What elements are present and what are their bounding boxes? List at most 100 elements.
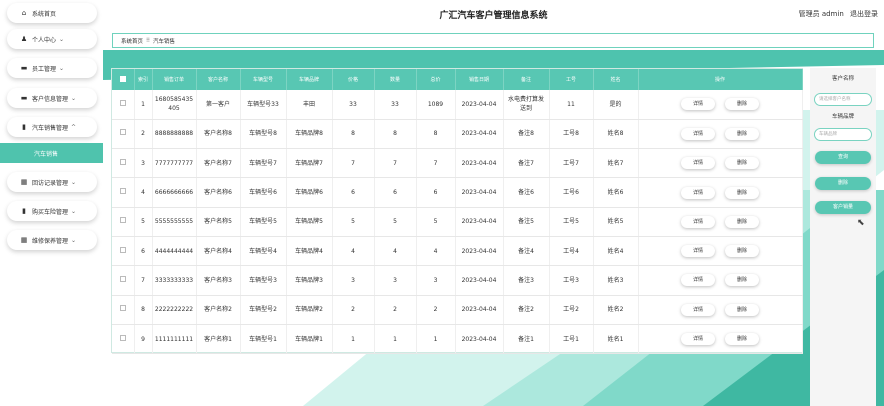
row-checkbox[interactable]: [119, 275, 126, 282]
logout-link[interactable]: 退出登录: [850, 10, 878, 18]
table-cell: 姓名3: [593, 265, 639, 296]
table-cell: 2023-04-04: [455, 90, 504, 120]
table-cell: 6: [332, 177, 375, 208]
table-cell: 工号7: [549, 148, 594, 179]
table-cell: 2: [374, 295, 417, 325]
breadcrumb-home[interactable]: 系统首页: [121, 37, 143, 45]
row-checkbox[interactable]: [119, 158, 126, 165]
sidebar-item-label: 购买车险管理: [32, 208, 69, 216]
grid-icon: ▦: [20, 178, 28, 186]
detail-button[interactable]: 详情: [681, 98, 715, 111]
detail-button[interactable]: 详情: [681, 274, 715, 287]
row-delete-button[interactable]: 删除: [725, 303, 759, 316]
sidebar: ⌂ 系统首页 ♟ 个人中心 ⌄ ▬ 员工管理 ⌄ ▬ 客户信息管理 ⌄ ▮ 汽车销售管理 ^ 汽车销售 ▦ 回访…: [0, 0, 103, 406]
table-cell: 7: [332, 148, 375, 179]
sidebar-item[interactable]: ▮ 购买车险管理 ⌄: [7, 201, 97, 221]
header: 广汇汽车客户管理信息系统 管理员 admin 退出登录: [103, 0, 884, 28]
table-cell: 客户名称2: [196, 295, 241, 325]
sidebar-item[interactable]: ▮ 汽车销售管理 ^: [7, 117, 97, 137]
detail-button[interactable]: 详情: [681, 186, 715, 199]
row-checkbox[interactable]: [119, 99, 126, 106]
table-cell: 2222222222: [152, 295, 197, 325]
sidebar-item[interactable]: ▦ 回访记录管理 ⌄: [7, 172, 97, 192]
table-cell: 2023-04-04: [455, 148, 504, 179]
detail-button[interactable]: 详情: [681, 157, 715, 170]
row-delete-button[interactable]: 删除: [725, 333, 759, 346]
row-checkbox[interactable]: [119, 305, 126, 312]
row-delete-button[interactable]: 删除: [725, 215, 759, 228]
column-header: 客户名称: [196, 69, 241, 90]
breadcrumb-current: 汽车销售: [153, 38, 176, 45]
table-row: 8 2222222222 客户名称2 车辆型号2 车辆品牌2 2 2 2 2023-04-04 备…: [112, 295, 803, 325]
car-brand-input[interactable]: 车辆品牌: [814, 128, 872, 141]
table-cell: 7: [374, 148, 417, 179]
table-cell: 33: [374, 90, 417, 120]
car-brand-label: 车辆品牌: [831, 114, 854, 120]
home-icon: ⌂: [21, 9, 27, 17]
row-delete-button[interactable]: 删除: [725, 274, 759, 287]
breadcrumb: 系统首页 ⠿ 汽车销售: [112, 33, 874, 48]
row-checkbox[interactable]: [119, 246, 126, 253]
sidebar-item-label: 员工管理: [32, 65, 57, 73]
table-cell: 姓名2: [593, 295, 639, 325]
customer-name-select[interactable]: 请选择客户名称: [814, 93, 872, 106]
table-row: 9 1111111111 客户名称1 车辆型号1 车辆品牌1 1 1 1 2023-04-04 备…: [112, 324, 803, 355]
person-icon: ♟: [20, 35, 28, 43]
actions-cell: 详情 删除: [638, 295, 803, 325]
actions-cell: 详情 删除: [638, 148, 803, 179]
table-cell: 备注2: [503, 295, 550, 325]
column-header: 数量: [374, 69, 417, 90]
select-all-checkbox[interactable]: [119, 75, 126, 82]
sidebar-item-label: 维修保养管理: [32, 237, 69, 245]
row-delete-button[interactable]: 删除: [725, 127, 759, 140]
query-button[interactable]: 查询: [815, 151, 871, 164]
table-cell: 备注1: [503, 324, 550, 355]
table-cell: 2: [134, 119, 153, 150]
table-cell: 车辆型号8: [240, 119, 287, 150]
delete-button[interactable]: 删除: [815, 177, 871, 190]
table-cell: 工号2: [549, 295, 594, 325]
detail-button[interactable]: 详情: [681, 245, 715, 258]
column-header: 车辆品牌: [286, 69, 333, 90]
column-header: 销售订单: [152, 69, 197, 90]
row-checkbox[interactable]: [119, 188, 126, 195]
sidebar-subitem-car-sales[interactable]: 汽车销售: [0, 143, 103, 163]
row-delete-button[interactable]: 删除: [725, 157, 759, 170]
row-select-cell: [112, 236, 135, 267]
table-cell: 11: [549, 90, 594, 120]
table-cell: 1111111111: [152, 324, 197, 355]
table-cell: 姓名5: [593, 207, 639, 237]
table-cell: 1: [332, 324, 375, 355]
table-cell: 客户名称8: [196, 119, 241, 150]
table-cell: 3: [416, 265, 456, 296]
table-cell: 工号8: [549, 119, 594, 150]
column-header: 备注: [503, 69, 550, 90]
table-cell: 2023-04-04: [455, 295, 504, 325]
sidebar-item[interactable]: ▬ 员工管理 ⌄: [7, 58, 97, 78]
detail-button[interactable]: 详情: [681, 215, 715, 228]
detail-button[interactable]: 详情: [681, 303, 715, 316]
table-cell: 1680585435405: [152, 90, 197, 120]
row-select-cell: [112, 207, 135, 237]
row-checkbox[interactable]: [119, 217, 126, 224]
table-cell: 7777777777: [152, 148, 197, 179]
row-checkbox[interactable]: [119, 129, 126, 136]
row-delete-button[interactable]: 删除: [725, 98, 759, 111]
table-cell: 4: [374, 236, 417, 267]
sales-table-container: 索引 销售订单 客户名称 车辆型号 车辆品牌 价格 数量 总价 销售日期 备注 工号 姓名 操作 1 16…: [111, 68, 803, 355]
row-delete-button[interactable]: 删除: [725, 245, 759, 258]
table-body: 1 1680585435405 第一客户 车辆型号33 丰田 33 33 1089 2023-0…: [112, 90, 803, 355]
sidebar-item[interactable]: ♟ 个人中心 ⌄: [7, 29, 97, 49]
customer-stats-button[interactable]: 客户销量: [815, 201, 871, 214]
column-header: 姓名: [593, 69, 639, 90]
detail-button[interactable]: 详情: [681, 127, 715, 140]
table-cell: 车辆型号33: [240, 90, 287, 120]
table-cell: 2023-04-04: [455, 207, 504, 237]
table-header-row: 索引 销售订单 客户名称 车辆型号 车辆品牌 价格 数量 总价 销售日期 备注 工号 姓名 操作: [112, 69, 803, 90]
row-checkbox[interactable]: [119, 334, 126, 341]
sidebar-item[interactable]: ⌂ 系统首页: [7, 3, 97, 23]
detail-button[interactable]: 详情: [681, 333, 715, 346]
sidebar-item[interactable]: ▦ 维修保养管理 ⌄: [7, 230, 97, 250]
sidebar-item[interactable]: ▬ 客户信息管理 ⌄: [7, 88, 97, 108]
row-delete-button[interactable]: 删除: [725, 186, 759, 199]
